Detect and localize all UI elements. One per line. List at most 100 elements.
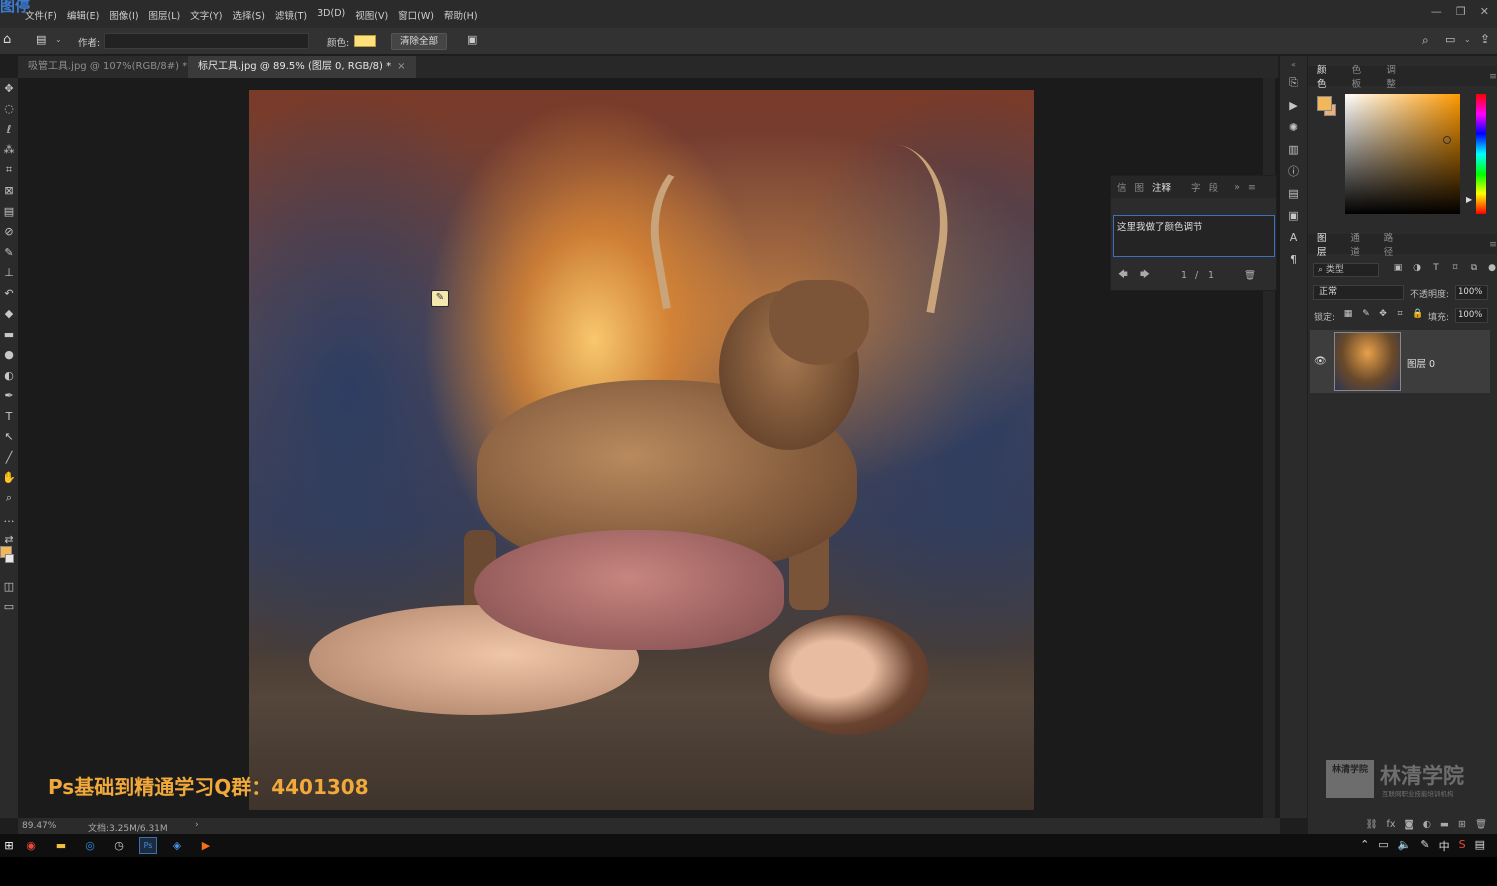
document-canvas[interactable] bbox=[249, 90, 1034, 810]
tab-info[interactable]: 信 bbox=[1117, 180, 1127, 194]
lock-transparent-icon[interactable]: ▦ bbox=[1343, 309, 1353, 321]
add-mask-icon[interactable]: ◙ bbox=[1404, 819, 1413, 830]
volume-icon[interactable]: 🔈 bbox=[1398, 838, 1412, 854]
note-color-swatch[interactable] bbox=[354, 35, 376, 47]
tab-character[interactable]: 字 bbox=[1191, 180, 1201, 194]
path-select-tool-icon[interactable]: ↖ bbox=[0, 427, 18, 448]
close-button[interactable]: ✕ bbox=[1480, 5, 1489, 18]
network-icon[interactable]: ▭ bbox=[1378, 838, 1388, 854]
tab-adjustments[interactable]: 调整 bbox=[1386, 62, 1405, 90]
author-input[interactable] bbox=[104, 33, 309, 49]
marquee-tool-icon[interactable]: ◌ bbox=[0, 99, 18, 120]
home-icon[interactable]: ⌂ bbox=[3, 32, 11, 47]
visibility-eye-icon[interactable]: 👁 bbox=[1314, 356, 1327, 367]
hand-tool-icon[interactable]: ✋ bbox=[0, 468, 18, 489]
lock-image-icon[interactable]: ✎ bbox=[1361, 309, 1371, 321]
menu-view[interactable]: 视图(V) bbox=[350, 8, 393, 22]
actions-icon[interactable]: ▶ bbox=[1280, 94, 1307, 116]
history-brush-tool-icon[interactable]: ↶ bbox=[0, 283, 18, 304]
tab-image[interactable]: 图 bbox=[1135, 180, 1145, 194]
status-expand-icon[interactable]: › bbox=[195, 820, 199, 830]
layer-name[interactable]: 图层 0 bbox=[1407, 356, 1435, 370]
browser-icon[interactable]: ◎ bbox=[81, 837, 99, 854]
saturation-value-field[interactable] bbox=[1345, 94, 1460, 214]
tab-swatches[interactable]: 色板 bbox=[1352, 62, 1371, 90]
tab-paragraph[interactable]: 段 bbox=[1209, 180, 1219, 194]
menu-file[interactable]: 文件(F) bbox=[20, 8, 62, 22]
collapse-strip-icon[interactable]: « bbox=[1280, 56, 1307, 72]
brush-settings-icon[interactable]: ✺ bbox=[1280, 116, 1307, 138]
stamp-tool-icon[interactable]: ⊥ bbox=[0, 263, 18, 284]
quick-mask-icon[interactable]: ◫ bbox=[0, 576, 18, 597]
gradient-tool-icon[interactable]: ▬ bbox=[0, 324, 18, 345]
share-icon[interactable]: ⇪ bbox=[1480, 32, 1490, 46]
start-icon[interactable]: ⊞ bbox=[0, 837, 18, 854]
info-icon[interactable]: ⓘ bbox=[1280, 160, 1307, 182]
pen-icon[interactable]: ✎ bbox=[1420, 838, 1429, 854]
delete-layer-icon[interactable]: 🗑 bbox=[1475, 819, 1487, 830]
pen-tool-icon[interactable]: ✒ bbox=[0, 386, 18, 407]
more-tools-icon[interactable]: … bbox=[0, 509, 18, 530]
healing-brush-tool-icon[interactable]: ⊘ bbox=[0, 222, 18, 243]
frame-tool-icon[interactable]: ⊠ bbox=[0, 181, 18, 202]
layer-row[interactable]: 👁 图层 0 bbox=[1310, 330, 1490, 393]
panel-menu-icon[interactable]: ≡ bbox=[1489, 71, 1497, 82]
screen-mode-icon[interactable]: ▭ bbox=[0, 596, 18, 617]
photoshop-icon[interactable]: Ps bbox=[139, 837, 157, 854]
tool-preset-chevron-icon[interactable]: ⌄ bbox=[55, 35, 62, 44]
filter-toggle-icon[interactable]: ● bbox=[1486, 263, 1497, 275]
workspace-icon[interactable]: ▭ bbox=[1445, 33, 1455, 46]
panel-menu-icon[interactable]: ≡ bbox=[1248, 182, 1256, 193]
link-layers-icon[interactable]: ⛓ bbox=[1365, 819, 1377, 830]
tab-close-icon[interactable]: × bbox=[397, 61, 405, 72]
clock-app-icon[interactable]: ◷ bbox=[110, 837, 128, 854]
new-group-icon[interactable]: ▬ bbox=[1440, 819, 1449, 830]
lock-all-icon[interactable]: 🔒 bbox=[1412, 309, 1423, 321]
hue-slider[interactable] bbox=[1476, 94, 1486, 214]
menu-type[interactable]: 文字(Y) bbox=[185, 8, 227, 22]
expand-panel-icon[interactable]: » bbox=[1234, 182, 1240, 193]
hue-slider-handle-icon[interactable]: ▶ bbox=[1466, 195, 1472, 204]
note-textarea[interactable]: 这里我做了颜色调节 bbox=[1113, 215, 1275, 257]
history-icon[interactable]: ⎘ bbox=[1280, 72, 1307, 94]
notes-panel-toggle-icon[interactable]: ▣ bbox=[467, 33, 477, 46]
restore-button[interactable]: ❐ bbox=[1456, 5, 1466, 18]
tab-eyedropper-doc[interactable]: 吸管工具.jpg @ 107%(RGB/8#) *× bbox=[18, 56, 212, 78]
filter-smart-object-icon[interactable]: ⧉ bbox=[1468, 263, 1480, 275]
menu-image[interactable]: 图像(I) bbox=[104, 8, 143, 22]
brush-tool-icon[interactable]: ✎ bbox=[0, 242, 18, 263]
panel-menu-icon[interactable]: ≡ bbox=[1489, 239, 1497, 250]
tray-app-icon[interactable]: S bbox=[1459, 838, 1466, 854]
app-icon[interactable]: ◉ bbox=[22, 837, 40, 854]
minimize-button[interactable]: — bbox=[1431, 5, 1442, 18]
line-tool-icon[interactable]: ╱ bbox=[0, 447, 18, 468]
video-app-icon[interactable]: ▶ bbox=[197, 837, 215, 854]
opacity-input[interactable]: 100% bbox=[1455, 285, 1488, 300]
layer-filter-kind[interactable]: ⌕ 类型 bbox=[1313, 263, 1379, 277]
delete-note-icon[interactable]: 🗑 bbox=[1244, 270, 1256, 281]
note-tool-icon[interactable]: ▤ bbox=[0, 201, 18, 222]
menu-select[interactable]: 选择(S) bbox=[227, 8, 269, 22]
menu-layer[interactable]: 图层(L) bbox=[144, 8, 186, 22]
color-panel-foreground[interactable] bbox=[1317, 96, 1332, 111]
brushes-icon[interactable]: ▥ bbox=[1280, 138, 1307, 160]
dodge-tool-icon[interactable]: ◐ bbox=[0, 365, 18, 386]
filter-adjustment-icon[interactable]: ◑ bbox=[1411, 263, 1423, 275]
tab-paths[interactable]: 路径 bbox=[1384, 230, 1401, 258]
filter-shape-icon[interactable]: ⌑ bbox=[1449, 263, 1461, 275]
tab-notes[interactable]: 注释 bbox=[1152, 180, 1171, 194]
file-explorer-icon[interactable]: ▬ bbox=[52, 837, 70, 854]
next-note-icon[interactable]: 🡆 bbox=[1140, 267, 1150, 283]
filter-type-icon[interactable]: T bbox=[1430, 263, 1442, 275]
menu-filter[interactable]: 滤镜(T) bbox=[270, 8, 312, 22]
ime-indicator[interactable]: 中 bbox=[1439, 838, 1450, 854]
zoom-level[interactable]: 89.47% bbox=[22, 821, 56, 831]
chat-app-icon[interactable]: ◈ bbox=[168, 837, 186, 854]
tab-channels[interactable]: 通道 bbox=[1350, 230, 1367, 258]
search-icon[interactable]: ⌕ bbox=[1422, 33, 1429, 48]
type-tool-icon[interactable]: T bbox=[0, 406, 18, 427]
note-marker-icon[interactable]: ✎ bbox=[431, 290, 449, 307]
fill-input[interactable]: 100% bbox=[1455, 308, 1488, 323]
paragraph-icon[interactable]: ¶ bbox=[1280, 248, 1307, 270]
layer-style-icon[interactable]: fx bbox=[1387, 819, 1396, 830]
